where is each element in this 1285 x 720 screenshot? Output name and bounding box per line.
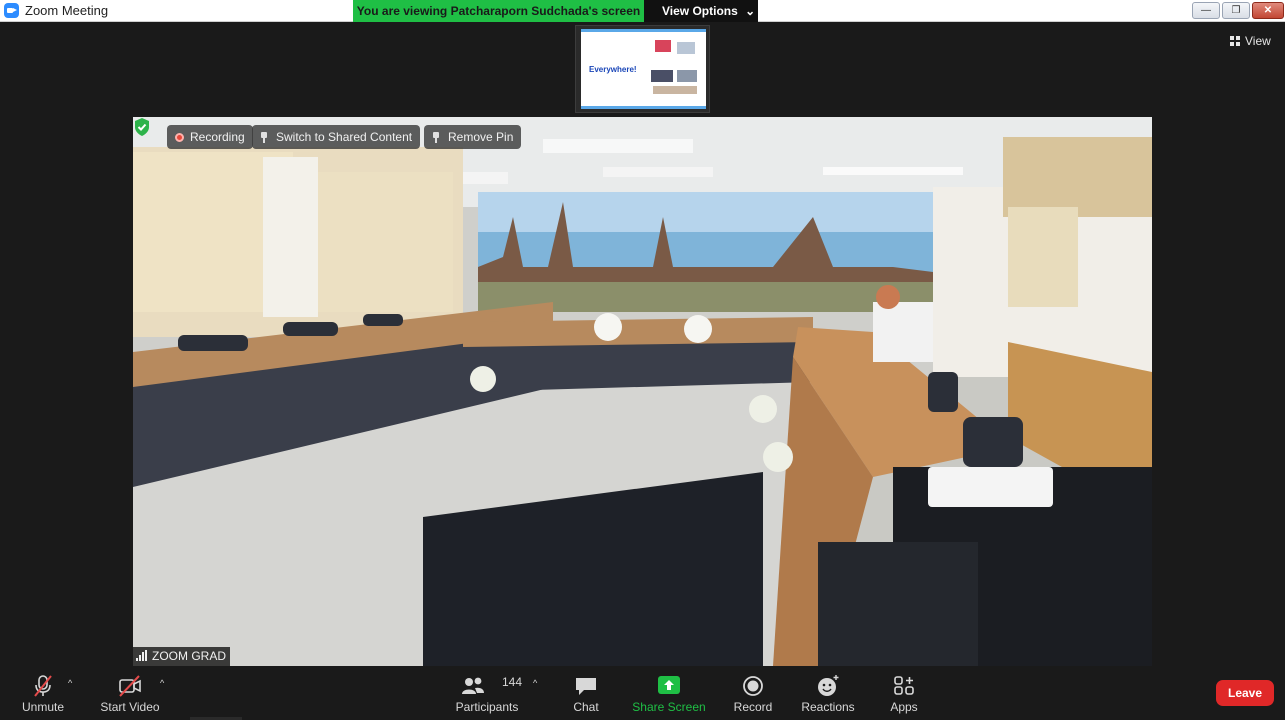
audio-options-caret[interactable]: ^ [68,678,78,688]
meeting-toolbar: Unmute ^ Start Video ^ Participants 144 … [0,666,1285,720]
start-video-label: Start Video [100,700,160,714]
close-window-button[interactable]: ✕ [1252,2,1284,19]
view-layout-label: View [1245,34,1271,48]
signal-strength-icon [136,650,148,661]
pinned-video[interactable]: Recording Switch to Shared Content Remov… [133,117,1152,666]
share-banner-message: You are viewing Patcharaporn Sudchada's … [353,0,644,22]
view-options-label: View Options [662,4,738,18]
apps-label: Apps [890,700,918,714]
conference-room-image [133,117,1152,666]
shield-icon[interactable] [133,117,151,137]
maximize-button[interactable]: ❐ [1222,2,1250,19]
shared-content-thumbnail[interactable]: Everywhere! [575,25,710,113]
zoom-app-icon [4,3,19,18]
view-options-button[interactable]: View Options ⌄ [644,0,758,22]
chat-bubble-icon [576,678,596,695]
emoji-icon [818,675,839,696]
unmute-button[interactable]: Unmute [10,666,76,720]
reactions-button[interactable]: Reactions [797,666,859,720]
share-screen-label: Share Screen [632,700,706,714]
unmute-label: Unmute [21,700,65,714]
record-icon [743,676,763,696]
participant-name: ZOOM GRAD [152,649,226,663]
reactions-label: Reactions [801,700,855,714]
window-title: Zoom Meeting [25,3,109,18]
recording-label: Recording [190,130,245,144]
share-screen-icon [658,676,680,694]
leave-meeting-button[interactable]: Leave [1216,680,1274,706]
slide-images [649,40,701,98]
pin-icon [260,132,268,143]
screen-share-banner: You are viewing Patcharaporn Sudchada's … [353,0,758,22]
video-options-caret[interactable]: ^ [160,678,170,688]
microphone-muted-icon [34,675,52,697]
minimize-button[interactable]: — [1192,2,1220,19]
participants-icon [462,677,485,694]
apps-icon [894,676,914,695]
participants-options-caret[interactable]: ^ [533,678,543,688]
switch-to-shared-content-button[interactable]: Switch to Shared Content [252,125,421,149]
start-video-button[interactable]: Start Video [95,666,165,720]
participants-label: Participants [455,700,519,714]
chat-label: Chat [573,700,599,714]
chat-button[interactable]: Chat [561,666,611,720]
participants-count: 144 [502,675,523,689]
apps-button[interactable]: Apps [880,666,928,720]
remove-pin-button[interactable]: Remove Pin [424,125,522,149]
share-screen-button[interactable]: Share Screen [632,666,706,720]
recording-indicator: Recording [167,125,253,149]
pin-icon [432,132,440,143]
view-layout-button[interactable]: View [1226,31,1275,51]
slide-text: Everywhere! [589,65,637,74]
remove-pin-label: Remove Pin [448,130,514,144]
shared-slide-preview: Everywhere! [581,29,706,109]
video-camera-off-icon [119,675,141,697]
participant-name-tag: ZOOM GRAD [133,647,230,666]
chevron-down-icon: ⌄ [745,4,756,18]
grid-icon [1230,36,1240,46]
switch-to-shared-content-label: Switch to Shared Content [276,130,413,144]
recording-dot-icon [175,133,184,142]
record-button[interactable]: Record [725,666,781,720]
record-label: Record [733,700,773,714]
